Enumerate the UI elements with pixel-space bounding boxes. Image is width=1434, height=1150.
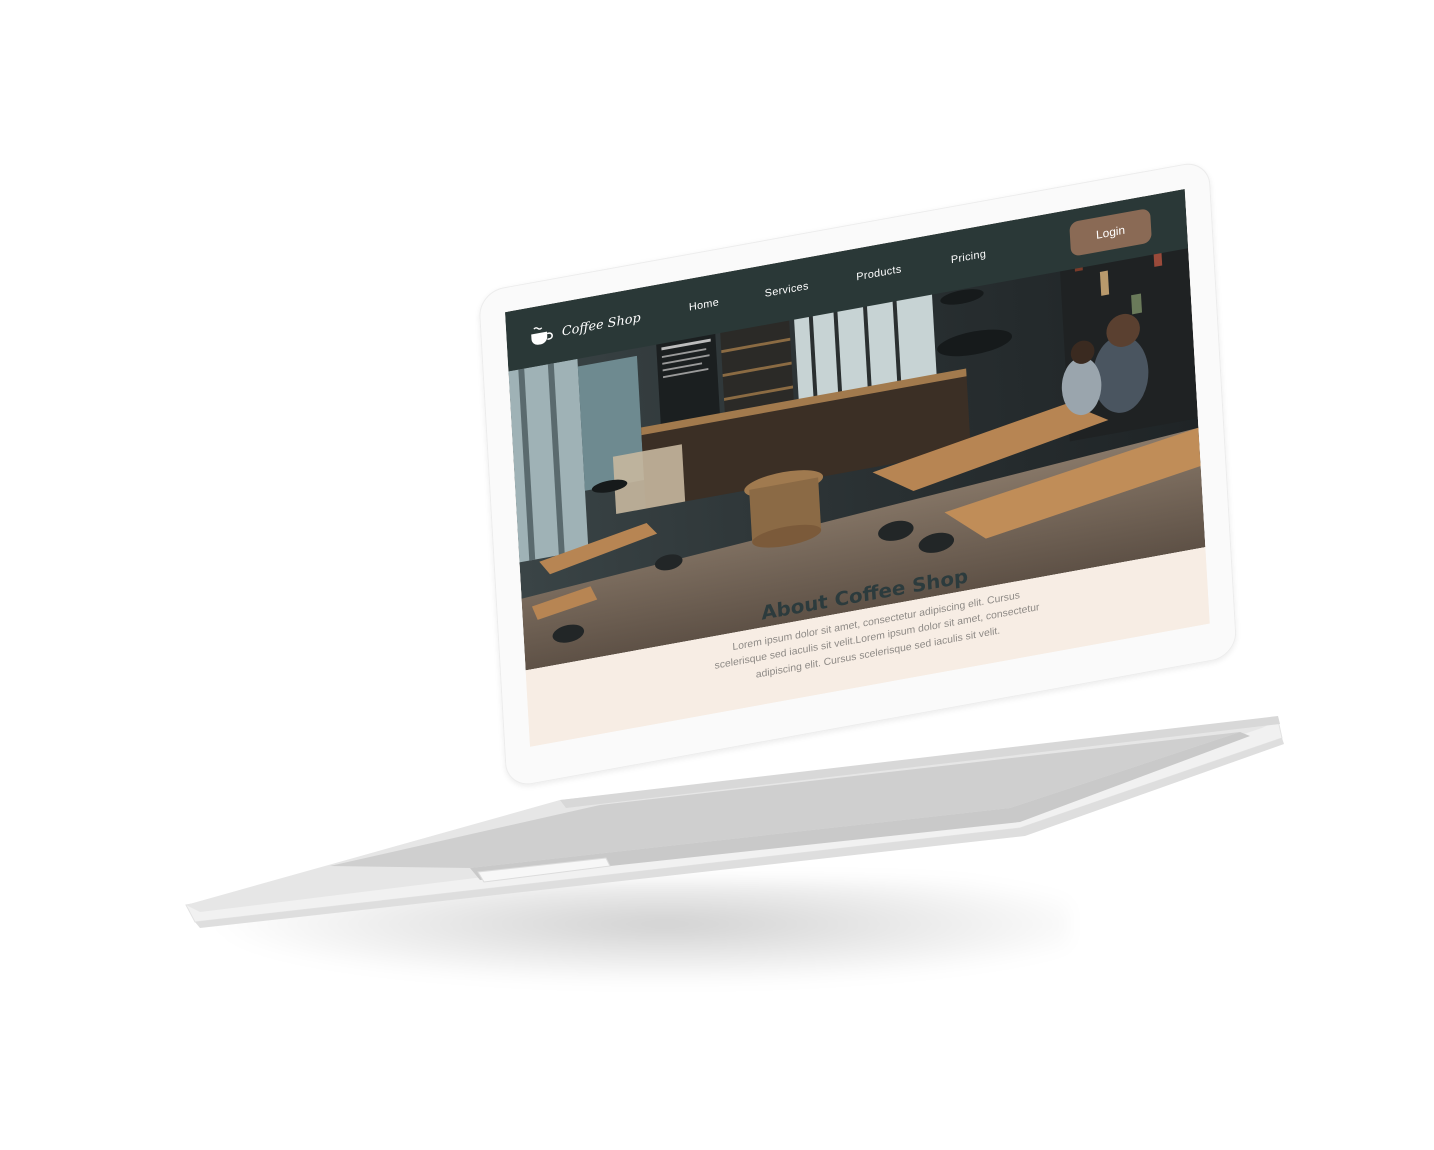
- laptop-mockup-stage: Coffee Shop Home Services Products Prici…: [0, 0, 1434, 1150]
- coffee-cup-icon: [531, 327, 553, 345]
- site-logo[interactable]: Coffee Shop: [528, 307, 641, 348]
- website-viewport: Coffee Shop Home Services Products Prici…: [505, 189, 1210, 747]
- logo-text: Coffee Shop: [561, 310, 642, 339]
- login-button[interactable]: Login: [1069, 207, 1152, 257]
- nav-link-services[interactable]: Services: [764, 280, 809, 299]
- nav-link-products[interactable]: Products: [856, 264, 902, 284]
- nav-link-home[interactable]: Home: [689, 297, 720, 314]
- nav-link-pricing[interactable]: Pricing: [951, 248, 987, 266]
